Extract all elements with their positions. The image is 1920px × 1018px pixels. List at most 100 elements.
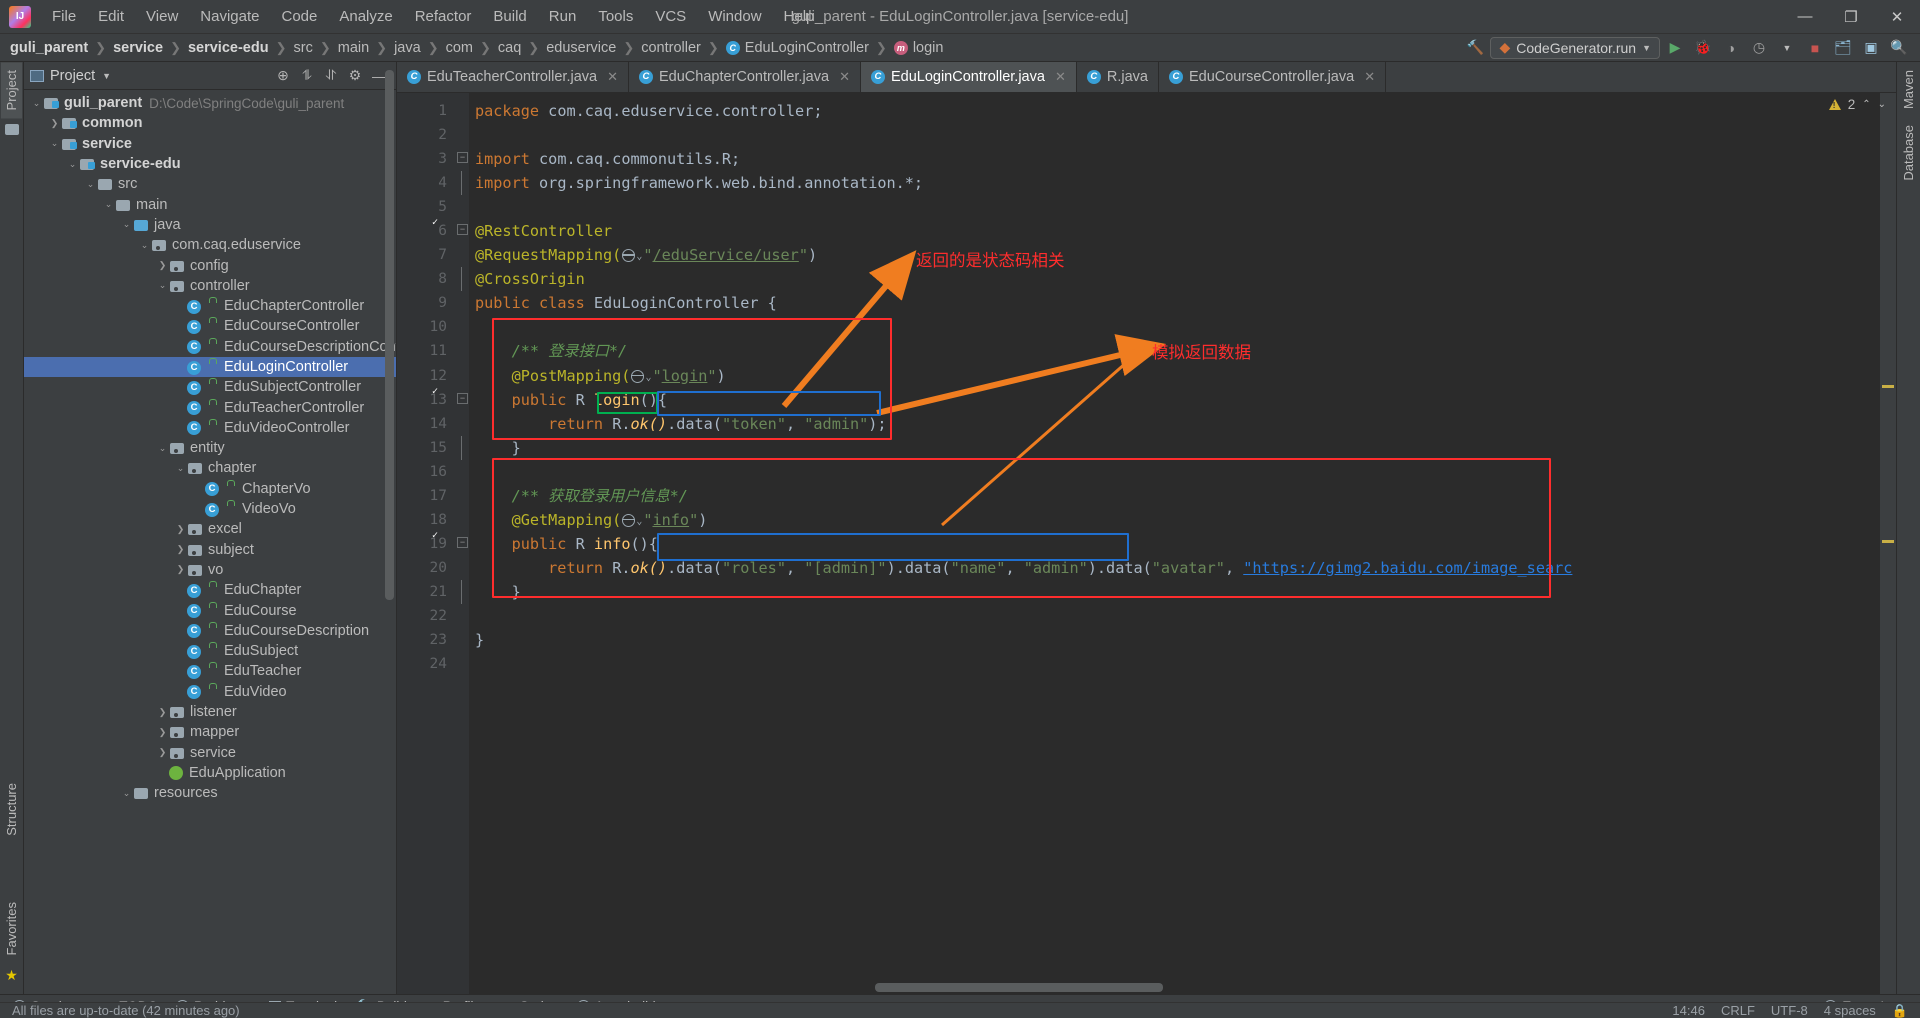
fold-marker-8[interactable] bbox=[455, 267, 469, 292]
tree-node-controller[interactable]: ⌄ controller bbox=[24, 276, 396, 296]
tree-node-subject[interactable]: ❯ subject bbox=[24, 540, 396, 560]
chevron-down-icon[interactable]: ⌄ bbox=[30, 98, 43, 109]
menu-edit[interactable]: Edit bbox=[87, 4, 135, 29]
project-tree[interactable]: ⌄ guli_parent D:\Code\SpringCode\guli_pare… bbox=[24, 90, 396, 994]
line-number-17[interactable]: 17 bbox=[397, 484, 455, 508]
tool-tab-project[interactable]: Project bbox=[1, 62, 22, 119]
tree-node-config[interactable]: ❯ config bbox=[24, 255, 396, 275]
line-number-2[interactable]: 2 bbox=[397, 123, 455, 147]
chevron-right-icon[interactable]: ❯ bbox=[174, 524, 187, 535]
editor-tab-educoursecontroller[interactable]: C EduCourseController.java ✕ bbox=[1159, 62, 1387, 92]
editor-viewport[interactable]: 1 2 3 4 5 6 7 8 9 10 11 12 13 14 15 16 17 18 19 20 21 22 23 24 … bbox=[397, 93, 1896, 994]
line-number-20[interactable]: 20 bbox=[397, 556, 455, 580]
close-icon[interactable]: ✕ bbox=[1364, 69, 1375, 85]
chevron-right-icon[interactable]: ❯ bbox=[174, 544, 187, 555]
tree-node-videovo[interactable]: C VideoVo bbox=[24, 499, 396, 519]
breadcrumb-eduservice[interactable]: eduservice bbox=[546, 40, 616, 56]
editor-tab-educhaptercontroller[interactable]: C EduChapterController.java ✕ bbox=[629, 62, 861, 92]
inspection-marker-gutter[interactable] bbox=[1880, 93, 1896, 994]
tree-node-chaptervo[interactable]: C ChapterVo bbox=[24, 479, 396, 499]
layout-icon[interactable]: ▣ bbox=[1858, 36, 1884, 60]
tree-node-edusubjectcontroller[interactable]: C EduSubjectController bbox=[24, 377, 396, 397]
breadcrumb-service-edu[interactable]: service-edu bbox=[188, 40, 269, 56]
line-number-15[interactable]: 15 bbox=[397, 436, 455, 460]
tool-tab-favorites[interactable]: Favorites bbox=[1, 894, 22, 963]
line-number-10[interactable]: 10 bbox=[397, 315, 455, 339]
line-number-8[interactable]: 8 bbox=[397, 267, 455, 291]
url-info[interactable]: info bbox=[653, 511, 690, 529]
breadcrumb-java[interactable]: java bbox=[394, 40, 421, 56]
tree-node-edusubject[interactable]: C EduSubject bbox=[24, 641, 396, 661]
chevron-down-icon[interactable]: ⌄ bbox=[138, 240, 151, 251]
maximize-button[interactable]: ❐ bbox=[1828, 0, 1874, 33]
chevron-down-icon[interactable]: ⌄ bbox=[156, 280, 169, 291]
line-number-4[interactable]: 4 bbox=[397, 171, 455, 195]
profiler-clock-icon[interactable]: ◷ bbox=[1746, 36, 1772, 60]
line-separator[interactable]: CRLF bbox=[1721, 1003, 1755, 1018]
chevron-down-icon[interactable]: ⌄ bbox=[1878, 99, 1886, 110]
web-globe-icon[interactable] bbox=[631, 369, 645, 383]
chevron-down-icon[interactable]: ⌄ bbox=[174, 463, 187, 474]
tree-node-service-edu[interactable]: ⌄ service-edu bbox=[24, 154, 396, 174]
fold-marker-6[interactable]: − bbox=[455, 219, 469, 243]
tree-node-eduvideo[interactable]: C EduVideo bbox=[24, 682, 396, 702]
editor-tab-r[interactable]: C R.java bbox=[1077, 62, 1159, 92]
menu-code[interactable]: Code bbox=[270, 4, 328, 29]
collapse-icon[interactable]: − bbox=[457, 152, 468, 164]
line-number-21[interactable]: 21 bbox=[397, 580, 455, 604]
project-tree-scrollbar[interactable] bbox=[385, 70, 395, 725]
collapse-icon[interactable]: − bbox=[457, 536, 468, 548]
close-button[interactable]: ✕ bbox=[1874, 0, 1920, 33]
run-config-selector[interactable]: ◆ CodeGenerator.run ▼ bbox=[1490, 36, 1660, 59]
menu-navigate[interactable]: Navigate bbox=[189, 4, 270, 29]
breadcrumb-class[interactable]: C EduLoginController bbox=[725, 40, 869, 56]
chevron-right-icon[interactable]: ❯ bbox=[48, 118, 61, 129]
tree-node-eduteachercontroller[interactable]: C EduTeacherController bbox=[24, 397, 396, 417]
tree-node-eduvideocontroller[interactable]: C EduVideoController bbox=[24, 418, 396, 438]
warning-marker[interactable] bbox=[1882, 385, 1894, 388]
tree-node-java[interactable]: ⌄ java bbox=[24, 215, 396, 235]
chevron-right-icon[interactable]: ❯ bbox=[156, 747, 169, 758]
menu-tools[interactable]: Tools bbox=[587, 4, 644, 29]
update-folder-icon[interactable]: 🗂 bbox=[1830, 36, 1856, 60]
tree-node-service[interactable]: ⌄ service bbox=[24, 134, 396, 154]
chevron-right-icon[interactable]: ❯ bbox=[156, 260, 169, 271]
chevron-right-icon[interactable]: ❯ bbox=[156, 727, 169, 738]
breadcrumb-main[interactable]: main bbox=[338, 40, 369, 56]
web-globe-icon[interactable] bbox=[621, 513, 636, 527]
chevron-down-icon[interactable]: ▼ bbox=[102, 71, 111, 81]
tree-node-entity[interactable]: ⌄ entity bbox=[24, 438, 396, 458]
settings-gear-icon[interactable]: ⚙ bbox=[344, 65, 366, 87]
breadcrumb-guli-parent[interactable]: guli_parent bbox=[10, 40, 88, 56]
line-number-1[interactable]: 1 bbox=[397, 99, 455, 123]
run-gutter-icon[interactable] bbox=[419, 223, 435, 239]
scrollbar-thumb[interactable] bbox=[385, 70, 394, 600]
debug-bug-icon[interactable]: 🐞 bbox=[1690, 36, 1716, 60]
line-number-11[interactable]: 11 bbox=[397, 339, 455, 363]
tree-node-educoursecontroller[interactable]: C EduCourseController bbox=[24, 316, 396, 336]
collapse-icon[interactable]: − bbox=[457, 392, 468, 404]
tree-node-educhapter[interactable]: C EduChapter bbox=[24, 580, 396, 600]
chevron-right-icon[interactable]: ❯ bbox=[174, 564, 187, 575]
indent-setting[interactable]: 4 spaces bbox=[1824, 1003, 1876, 1018]
tree-node-listener[interactable]: ❯ listener bbox=[24, 702, 396, 722]
tree-node-guli-parent[interactable]: ⌄ guli_parent D:\Code\SpringCode\guli_pare… bbox=[24, 93, 396, 113]
line-number-16[interactable]: 16 bbox=[397, 460, 455, 484]
tree-node-common[interactable]: ❯ common bbox=[24, 113, 396, 133]
breadcrumb-caq[interactable]: caq bbox=[498, 40, 521, 56]
menu-help[interactable]: Help bbox=[773, 4, 826, 29]
tree-node-educourse[interactable]: C EduCourse bbox=[24, 600, 396, 620]
locate-icon[interactable]: ⊕ bbox=[272, 65, 294, 87]
editor-tab-eduteachercontroller[interactable]: C EduTeacherController.java ✕ bbox=[397, 62, 629, 92]
collapse-icon[interactable]: − bbox=[457, 224, 468, 236]
chevron-down-icon[interactable]: ⌄ bbox=[120, 788, 133, 799]
tree-node-educhaptercontroller[interactable]: C EduChapterController bbox=[24, 296, 396, 316]
web-globe-icon[interactable] bbox=[621, 249, 636, 263]
collapse-all-icon[interactable]: ⥮ bbox=[296, 65, 318, 87]
line-number-7[interactable]: 7 bbox=[397, 243, 455, 267]
tree-node-educoursedescription[interactable]: C EduCourseDescription bbox=[24, 621, 396, 641]
tree-node-eduapplication[interactable]: EduApplication bbox=[24, 763, 396, 783]
lock-icon[interactable]: 🔒 bbox=[1892, 1003, 1908, 1018]
chevron-right-icon[interactable]: ❯ bbox=[156, 707, 169, 718]
editor-tab-edulogincontroller[interactable]: C EduLoginController.java ✕ bbox=[860, 62, 1077, 92]
